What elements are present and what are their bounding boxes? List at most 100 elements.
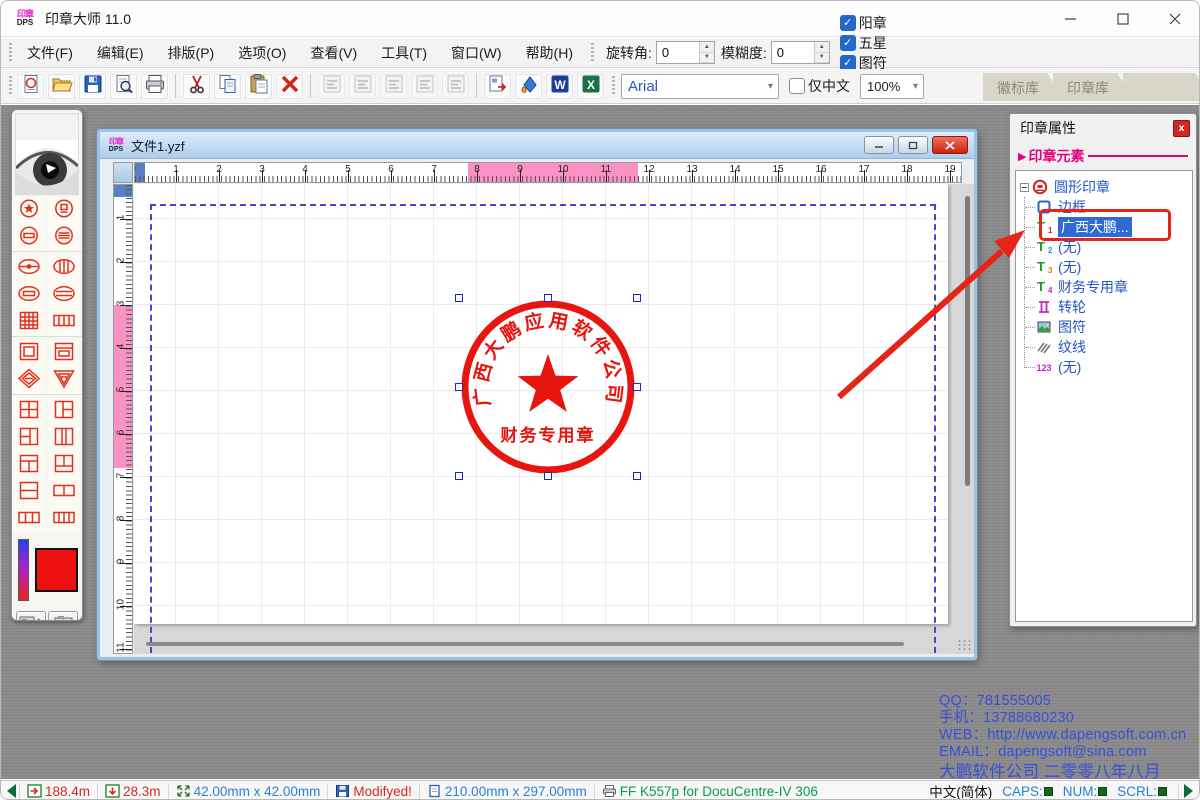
blur-down-icon[interactable]: ▼ xyxy=(814,52,829,63)
checked-icon[interactable]: ✓ xyxy=(839,34,856,51)
canvas[interactable]: 广西大鹏应用软件公司 财务专用章 xyxy=(134,184,974,654)
template-ellipse-mesh[interactable] xyxy=(47,255,80,282)
page[interactable]: 广西大鹏应用软件公司 财务专用章 xyxy=(134,184,948,654)
selection-handle[interactable] xyxy=(633,472,641,480)
word-export-button[interactable]: W xyxy=(545,72,574,100)
tree-item-label[interactable]: 转轮 xyxy=(1058,297,1086,317)
tree-item-label[interactable]: 图符 xyxy=(1058,317,1086,337)
cut-button[interactable] xyxy=(182,72,211,100)
menu-grip[interactable] xyxy=(9,42,12,63)
tree-item-label[interactable]: 圆形印章 xyxy=(1054,177,1110,197)
expand-collapse-icon[interactable] xyxy=(1020,182,1029,192)
tree-item-转轮[interactable]: 转轮 xyxy=(1016,297,1192,317)
menu-item-排版(P)[interactable]: 排版(P) xyxy=(156,41,227,65)
template-table-quad[interactable] xyxy=(12,398,45,425)
template-circle-star[interactable] xyxy=(12,197,45,224)
menu-item-选项(O)[interactable]: 选项(O) xyxy=(226,41,298,65)
document-title-bar[interactable]: 印章 DPS 文件1.yzf xyxy=(100,132,974,159)
rotate-spin-buttons[interactable]: ▲ ▼ xyxy=(698,42,714,63)
template-ellipse-rings[interactable] xyxy=(47,282,80,309)
current-color-swatch[interactable] xyxy=(34,548,78,592)
template-table-top-split[interactable] xyxy=(12,452,45,479)
only-chinese-checkbox[interactable]: 仅中文 xyxy=(789,76,850,96)
template-table-right-split[interactable] xyxy=(47,398,80,425)
selection-handle[interactable] xyxy=(455,472,463,480)
font-grip[interactable] xyxy=(612,76,615,96)
stamp-scan-button[interactable] xyxy=(16,611,46,620)
template-strip-2[interactable] xyxy=(47,479,80,506)
template-grid-wide[interactable] xyxy=(47,309,80,336)
only-chinese-box[interactable] xyxy=(789,78,805,94)
checked-icon[interactable]: ✓ xyxy=(839,14,856,31)
maximize-button[interactable] xyxy=(1097,1,1149,37)
selection-handle[interactable] xyxy=(633,294,641,302)
print-button[interactable] xyxy=(140,72,169,100)
template-table-bottom-split[interactable] xyxy=(47,452,80,479)
rotate-down-icon[interactable]: ▼ xyxy=(699,52,714,63)
menu-item-窗口(W)[interactable]: 窗口(W) xyxy=(439,41,514,65)
resize-grip[interactable] xyxy=(957,639,971,651)
template-table-left-split[interactable] xyxy=(12,425,45,452)
document-close-button[interactable] xyxy=(932,136,968,154)
tree-item-图符[interactable]: 图符 xyxy=(1016,317,1192,337)
photo-import-button[interactable] xyxy=(48,611,78,620)
tree-item-label[interactable]: 纹线 xyxy=(1058,337,1086,357)
tree-item-纹线[interactable]: 纹线 xyxy=(1016,337,1192,357)
template-triangle-frame[interactable] xyxy=(47,367,80,394)
rotate-spinner[interactable]: 0 ▲ ▼ xyxy=(655,41,715,64)
template-ellipse-knob[interactable] xyxy=(12,255,45,282)
tab-徽标库[interactable]: 徽标库 xyxy=(983,73,1065,101)
selection-handle[interactable] xyxy=(633,383,641,391)
template-square-header[interactable] xyxy=(47,340,80,367)
export-image-button[interactable] xyxy=(483,72,512,100)
color-gradient-bar[interactable] xyxy=(18,539,29,601)
checkbox-五星[interactable]: ✓ 五星 xyxy=(839,33,887,53)
save-file-button[interactable] xyxy=(78,72,107,100)
template-table-columns[interactable] xyxy=(47,425,80,452)
minimize-button[interactable] xyxy=(1045,1,1097,37)
status-prev-arrow-icon[interactable] xyxy=(7,784,16,798)
font-select[interactable]: Arial ▾ xyxy=(621,73,779,99)
tree-item-(无)[interactable]: T3 (无) xyxy=(1016,257,1192,277)
selection-handle[interactable] xyxy=(544,294,552,302)
template-circle-rings[interactable] xyxy=(47,224,80,251)
copy-button[interactable] xyxy=(213,72,242,100)
print-preview-button[interactable] xyxy=(109,72,138,100)
template-grid-fine[interactable] xyxy=(12,309,45,336)
selection-handle[interactable] xyxy=(544,472,552,480)
tree-item-label[interactable]: 财务专用章 xyxy=(1058,277,1128,297)
tree-item-圆形印章[interactable]: 圆形印章 xyxy=(1016,177,1192,197)
tree-item-label[interactable]: (无) xyxy=(1058,357,1081,377)
menu-item-文件(F)[interactable]: 文件(F) xyxy=(15,41,85,65)
template-table-rows[interactable] xyxy=(12,479,45,506)
status-next-arrow-icon[interactable] xyxy=(1184,784,1193,798)
template-diamond-frame[interactable] xyxy=(12,367,45,394)
blur-spinner[interactable]: 0 ▲ ▼ xyxy=(770,41,830,64)
document-restore-button[interactable] xyxy=(898,136,928,154)
template-strip-3[interactable] xyxy=(12,506,45,533)
zoom-select[interactable]: 100% ▾ xyxy=(860,73,924,99)
new-document-button[interactable] xyxy=(16,72,45,100)
menu-item-编辑(E)[interactable]: 编辑(E) xyxy=(85,41,156,65)
delete-button[interactable] xyxy=(275,72,304,100)
properties-close-button[interactable]: x xyxy=(1173,119,1190,137)
checkbox-阳章[interactable]: ✓ 阳章 xyxy=(839,13,887,33)
template-square-frame[interactable] xyxy=(12,340,45,367)
menu-item-查看(V)[interactable]: 查看(V) xyxy=(298,41,369,65)
template-ellipse-bar[interactable] xyxy=(12,282,45,309)
document-minimize-button[interactable] xyxy=(864,136,894,154)
toolbar-grip[interactable] xyxy=(9,76,12,96)
template-circle-bar[interactable] xyxy=(12,224,45,251)
template-circle-badge[interactable] xyxy=(47,197,80,224)
canvas-vertical-scrollbar[interactable] xyxy=(965,196,970,486)
menu-item-工具(T)[interactable]: 工具(T) xyxy=(369,41,439,65)
blur-up-icon[interactable]: ▲ xyxy=(814,42,829,53)
open-file-button[interactable] xyxy=(47,72,76,100)
menu-item-帮助(H)[interactable]: 帮助(H) xyxy=(514,41,585,65)
rotate-value[interactable]: 0 xyxy=(657,42,699,63)
paste-button[interactable] xyxy=(244,72,273,100)
tree-item-财务专用章[interactable]: T4 财务专用章 xyxy=(1016,277,1192,297)
selection-handle[interactable] xyxy=(455,294,463,302)
seal-graphic[interactable]: 广西大鹏应用软件公司 财务专用章 xyxy=(459,298,637,476)
close-button[interactable] xyxy=(1149,1,1199,37)
